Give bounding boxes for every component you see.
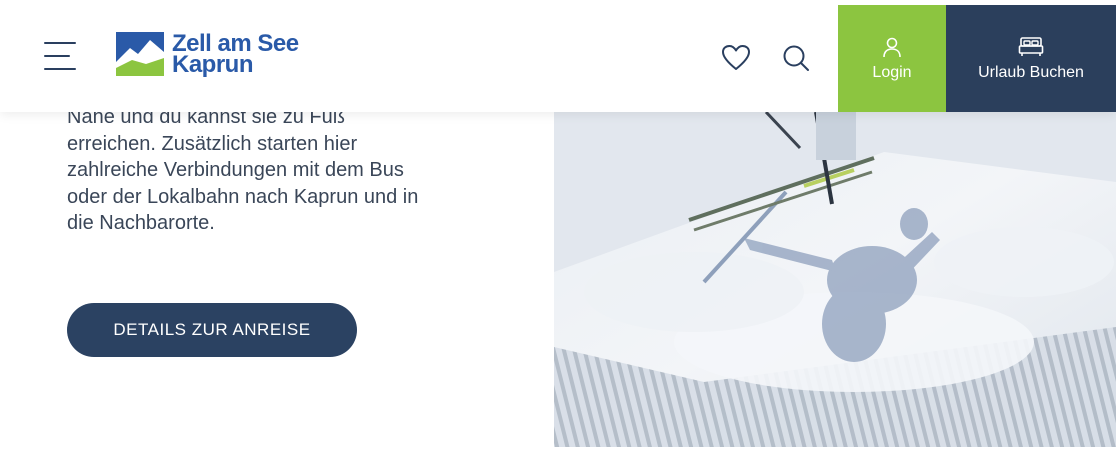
intro-paragraph: Nähe und du kannst sie zu Fuß erreichen.… <box>67 104 487 237</box>
login-button[interactable]: Login <box>838 5 946 112</box>
details-arrival-button[interactable]: DETAILS ZUR ANREISE <box>67 303 357 357</box>
book-vacation-button[interactable]: Urlaub Buchen <box>946 5 1116 112</box>
book-vacation-label: Urlaub Buchen <box>978 63 1084 81</box>
details-arrival-label: DETAILS ZUR ANREISE <box>113 320 311 339</box>
logo-mountain-icon <box>116 32 164 76</box>
ski-photo <box>554 112 1116 447</box>
paragraph-line: oder der Lokalbahn nach Kaprun und in <box>67 185 419 208</box>
search-icon[interactable] <box>780 42 812 74</box>
heart-icon[interactable] <box>720 42 752 74</box>
login-label: Login <box>872 63 912 81</box>
paragraph-line: erreichen. Zusätzlich starten hier <box>67 132 358 155</box>
user-icon <box>883 37 901 57</box>
hamburger-menu-icon[interactable] <box>44 42 76 70</box>
paragraph-line: zahlreiche Verbindungen mit dem Bus <box>67 159 404 181</box>
bed-icon <box>1018 36 1044 56</box>
logo[interactable]: Zell am See Kaprun <box>116 32 299 78</box>
paragraph-line: die Nachbarorte. <box>67 212 215 234</box>
site-header: Zell am See Kaprun Login Urlaub Buchen <box>0 0 1116 112</box>
logo-line-2: Kaprun <box>172 51 253 78</box>
